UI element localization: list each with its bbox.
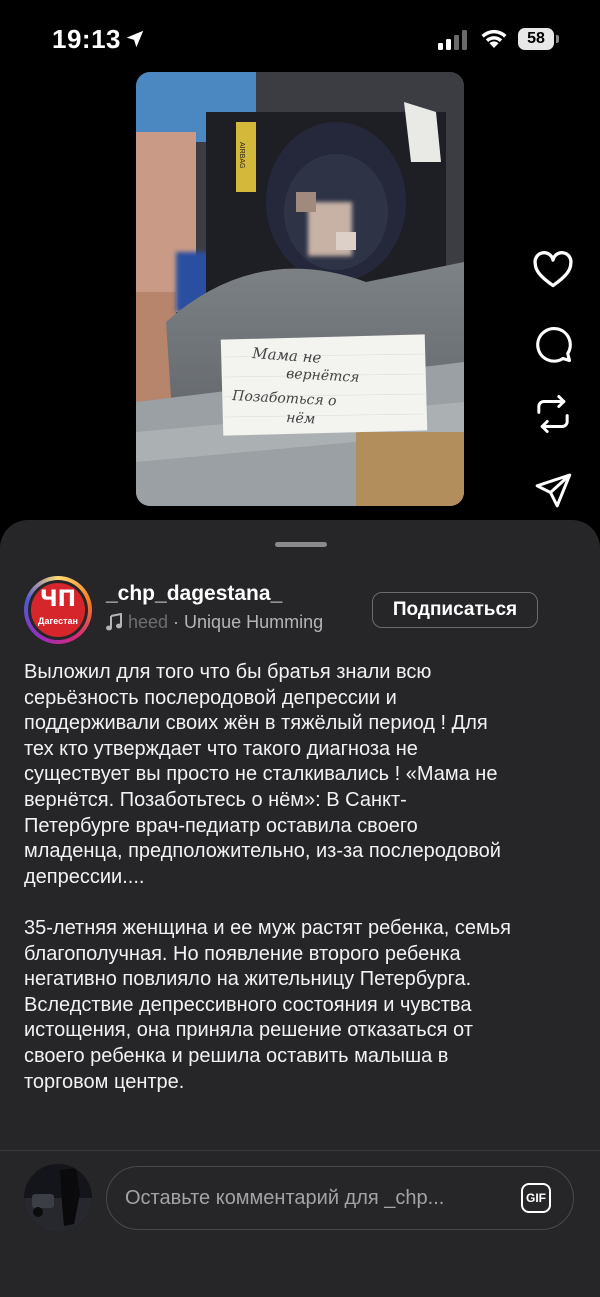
author-avatar-gap: ЧП Дагестан [28, 580, 88, 640]
post-photo-illustration: AIRBAG Мама не вернётся Позаботься о нём [136, 72, 464, 506]
current-user-avatar [24, 1164, 92, 1232]
audio-track[interactable]: heed · Unique Humming [128, 612, 323, 633]
battery-icon: 58 [518, 28, 560, 50]
avatar: ЧП Дагестан [31, 583, 85, 637]
author-username[interactable]: _chp_dagestana_ [106, 582, 282, 606]
location-arrow-icon [126, 30, 144, 48]
battery-level: 58 [518, 28, 554, 50]
audio-track-faded: heed [128, 612, 169, 632]
send-icon [535, 473, 572, 508]
status-bar: 19:13 58 [0, 0, 600, 80]
gif-button[interactable]: GIF [521, 1183, 551, 1213]
heart-icon [533, 251, 573, 288]
cellular-signal-icon [438, 30, 467, 50]
status-time: 19:13 [52, 24, 121, 54]
share-button[interactable] [522, 464, 584, 516]
composer-divider [0, 1150, 600, 1151]
comment-button[interactable] [522, 318, 584, 370]
post-photo[interactable]: AIRBAG Мама не вернётся Позаботься о нём [136, 72, 464, 506]
like-button[interactable] [522, 244, 584, 296]
comment-input[interactable]: Оставьте комментарий для _chp... GIF [106, 1166, 574, 1230]
audio-track-title: · Unique Humming [168, 612, 324, 632]
music-note-icon [106, 613, 122, 631]
sheet-drag-handle[interactable] [275, 542, 327, 547]
avatar-label: Дагестан [38, 616, 78, 626]
battery-tip [556, 35, 559, 43]
post-caption: Выложил для того что бы братья знали всю… [24, 660, 580, 1095]
comment-placeholder: Оставьте комментарий для _chp... [125, 1187, 445, 1209]
repost-icon [537, 395, 569, 433]
seat-label: AIRBAG [238, 142, 245, 168]
caption-paragraph: 35-летняя женщина и ее муж растят ребенк… [24, 916, 511, 1093]
wifi-icon [481, 29, 507, 48]
repost-button[interactable] [522, 388, 584, 440]
comment-icon [536, 327, 572, 363]
note-line-4: нём [286, 410, 316, 428]
follow-button[interactable]: Подписаться [372, 592, 538, 628]
avatar-logo: ЧП [39, 587, 77, 612]
current-user-photo [24, 1164, 92, 1232]
handwritten-note: Мама не вернётся Позаботься о нём [220, 334, 428, 436]
caption-paragraph: Выложил для того что бы братья знали всю… [24, 661, 501, 888]
author-avatar-ring[interactable]: ЧП Дагестан [24, 576, 92, 644]
